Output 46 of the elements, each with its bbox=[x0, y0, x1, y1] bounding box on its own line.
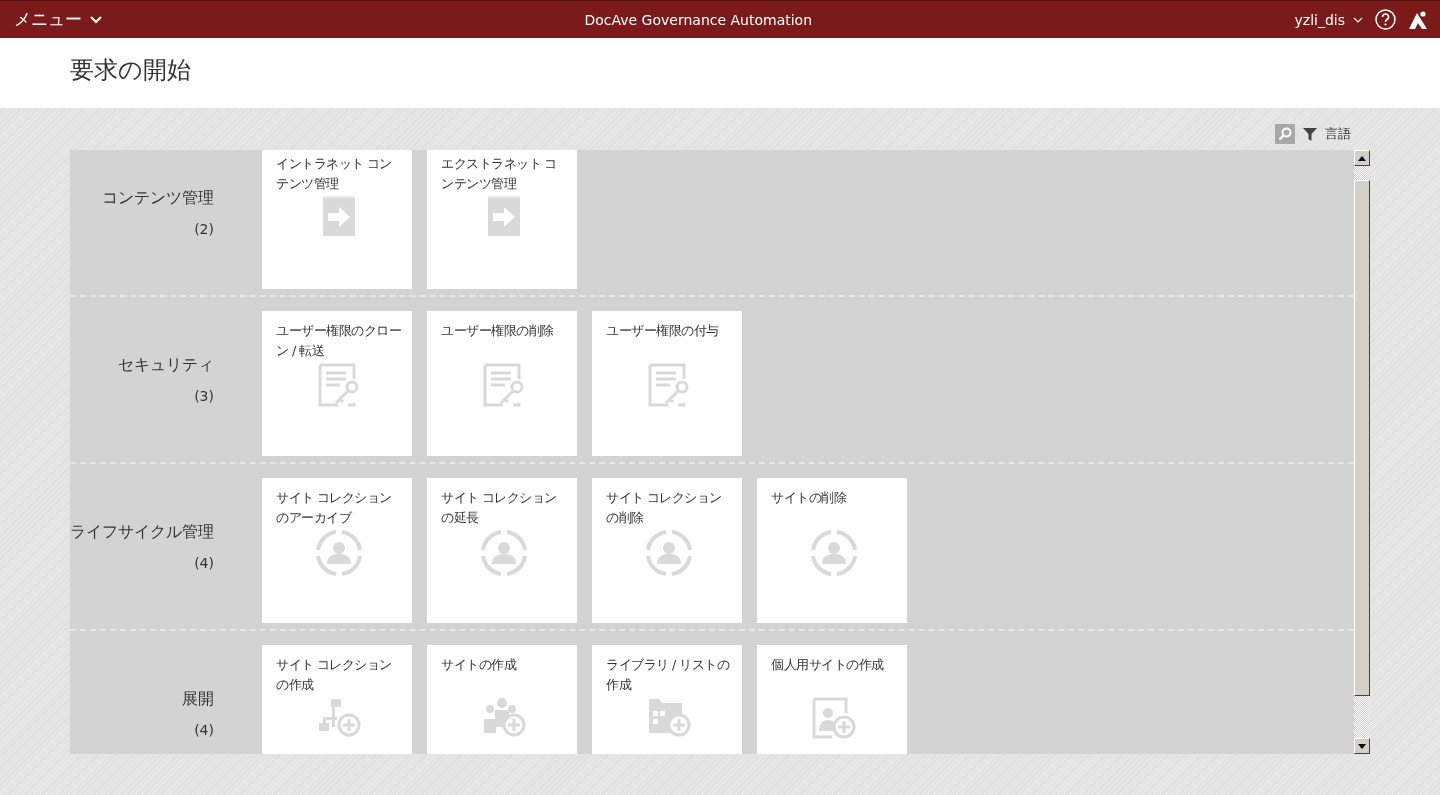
chevron-down-icon bbox=[1353, 16, 1363, 23]
request-tile[interactable]: 個人用サイトの作成 bbox=[757, 645, 907, 754]
arrow-page-icon bbox=[486, 196, 521, 236]
page-title: 要求の開始 bbox=[70, 55, 192, 86]
user-target-icon bbox=[480, 530, 527, 576]
language-button[interactable]: 言語 bbox=[1325, 125, 1351, 143]
user-target-icon bbox=[810, 530, 857, 576]
user-target-icon bbox=[645, 530, 692, 576]
request-tile[interactable]: サイト コレクションの削除 bbox=[592, 478, 742, 623]
menu-button[interactable]: メニュー bbox=[14, 8, 102, 31]
logo-icon[interactable] bbox=[1408, 9, 1428, 30]
request-tile[interactable]: イントラネット コンテンツ管理 bbox=[262, 150, 412, 289]
category-name: コンテンツ管理 bbox=[102, 188, 214, 209]
request-tile[interactable]: サイト コレクションのアーカイブ bbox=[262, 478, 412, 623]
document-key-icon bbox=[647, 363, 690, 407]
category-count: (3) bbox=[194, 388, 214, 404]
help-icon[interactable] bbox=[1375, 9, 1396, 30]
category-name: 展開 bbox=[182, 689, 214, 710]
chevron-down-icon bbox=[90, 15, 102, 24]
request-tile[interactable]: エクストラネット コンテンツ管理 bbox=[427, 150, 577, 289]
request-tile[interactable]: サイト コレクションの作成 bbox=[262, 645, 412, 754]
category-name: ライフサイクル管理 bbox=[70, 522, 214, 543]
folder-plus-icon bbox=[646, 697, 691, 737]
scroll-down-icon[interactable] bbox=[1358, 743, 1366, 749]
request-tile[interactable]: ユーザー権限の付与 bbox=[592, 311, 742, 456]
app-title: DocAve Governance Automation bbox=[583, 11, 814, 28]
request-tile[interactable]: ユーザー権限の削除 bbox=[427, 311, 577, 456]
user-menu[interactable]: yzli_dis bbox=[1294, 11, 1363, 28]
category-count: (4) bbox=[194, 555, 214, 571]
people-plus-icon bbox=[481, 697, 526, 737]
hierarchy-plus-icon bbox=[316, 697, 361, 737]
profile-plus-icon bbox=[811, 697, 856, 739]
arrow-page-icon bbox=[321, 196, 356, 236]
request-tile[interactable]: サイト コレクションの延長 bbox=[427, 478, 577, 623]
request-tile[interactable]: サイトの作成 bbox=[427, 645, 577, 754]
category-name: セキュリティ bbox=[118, 355, 214, 376]
category-count: (4) bbox=[194, 722, 214, 738]
document-key-icon bbox=[317, 363, 360, 407]
filter-icon[interactable] bbox=[1303, 127, 1317, 141]
request-tile[interactable]: ライブラリ / リストの作成 bbox=[592, 645, 742, 754]
document-key-icon bbox=[482, 363, 525, 407]
scroll-up-icon[interactable] bbox=[1358, 155, 1366, 161]
category-count: (2) bbox=[194, 221, 214, 237]
user-target-icon bbox=[315, 530, 362, 576]
request-tile[interactable]: サイトの削除 bbox=[757, 478, 907, 623]
request-tile[interactable]: ユーザー権限のクローン / 転送 bbox=[262, 311, 412, 456]
